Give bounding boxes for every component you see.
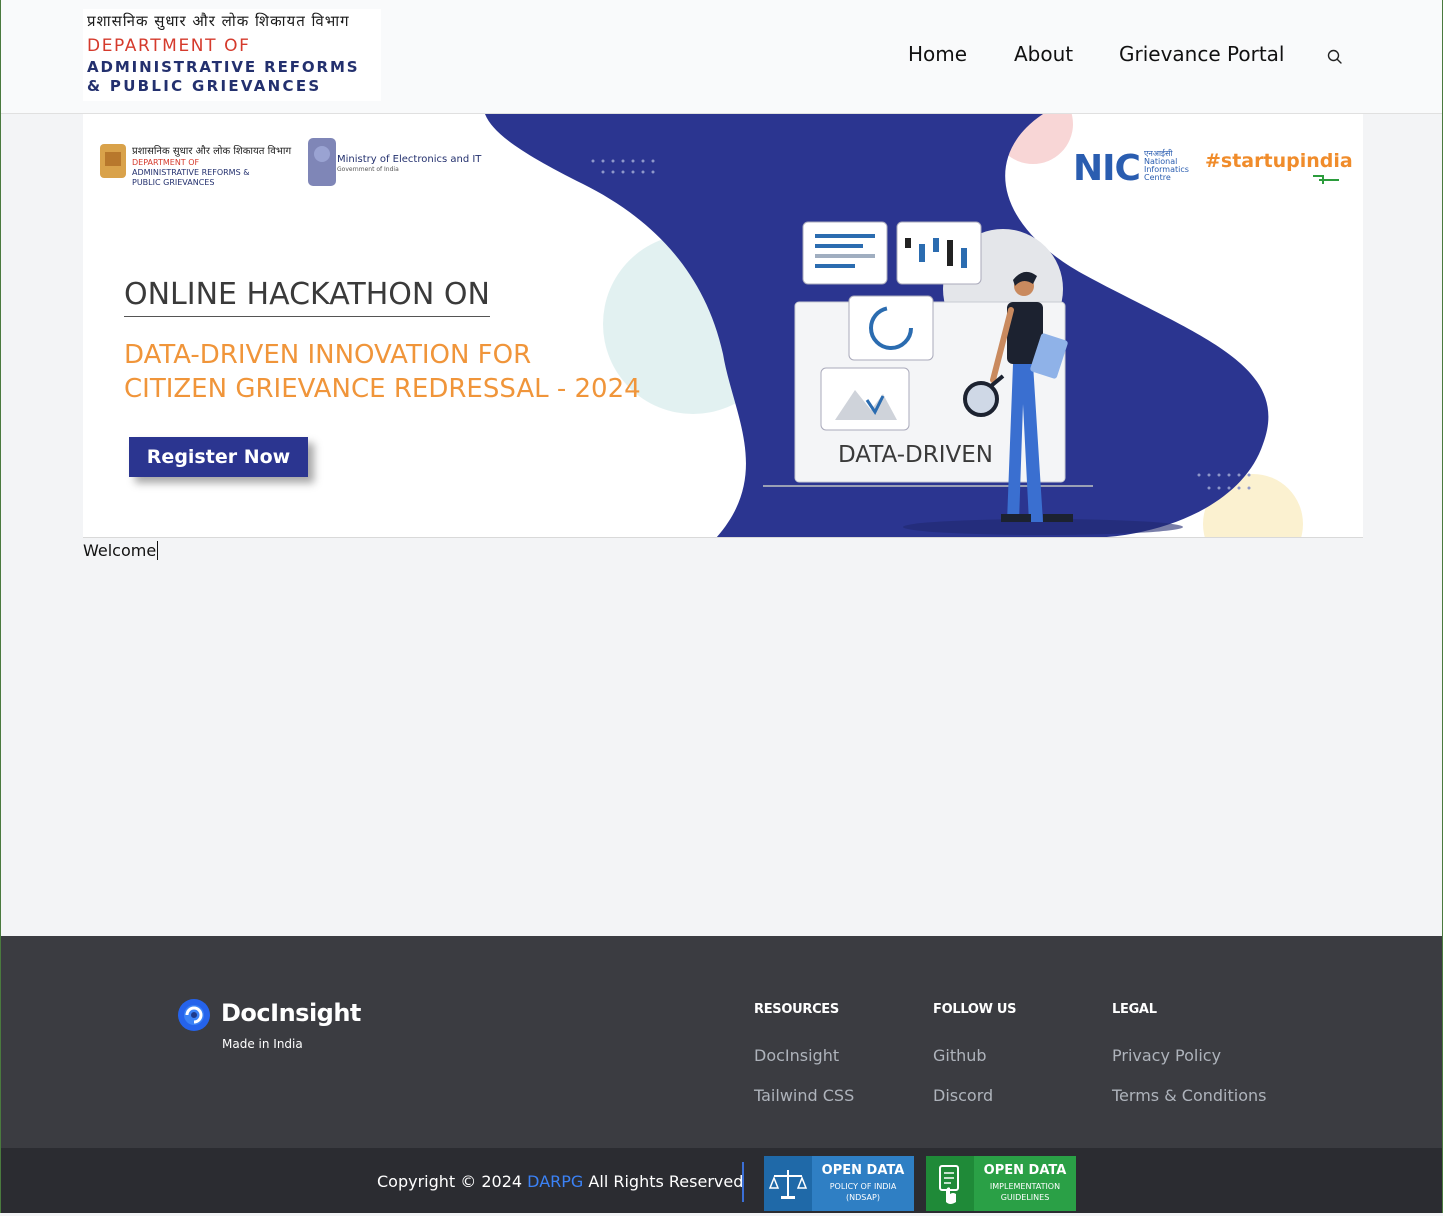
footer-heading-resources: RESOURCES <box>754 1002 839 1017</box>
open-data-policy-badge[interactable]: OPEN DATA POLICY OF INDIA (NDSAP) <box>764 1156 914 1211</box>
logo-line-1: DEPARTMENT OF <box>87 36 251 56</box>
site-header: प्रशासनिक सुधार और लोक शिकायत विभाग DEPA… <box>1 0 1442 114</box>
footer-link-privacy[interactable]: Privacy Policy <box>1112 1046 1221 1065</box>
logo-line-2: ADMINISTRATIVE REFORMS <box>87 58 360 76</box>
nav-home[interactable]: Home <box>908 42 967 66</box>
nic-sub-3: Centre <box>1144 173 1171 182</box>
footer-divider <box>742 1162 744 1202</box>
nav-about[interactable]: About <box>1014 42 1073 66</box>
welcome-text: Welcome <box>83 541 159 560</box>
nic-logo-subtext: एनआईसी National Informatics Centre <box>1144 150 1189 182</box>
badge1-line-1: POLICY OF INDIA <box>829 1182 897 1191</box>
banner-dept-line-3: PUBLIC GRIEVANCES <box>132 178 215 187</box>
meity-logo-text: Ministry of Electronics and IT <box>337 154 482 165</box>
startupindia-logo: #startupindia <box>1205 150 1353 172</box>
badge2-line-1: IMPLEMENTATION <box>989 1182 1061 1191</box>
footer-link-docinsight[interactable]: DocInsight <box>754 1046 839 1065</box>
footer-link-github[interactable]: Github <box>933 1046 987 1065</box>
banner-subheading-line-2: CITIZEN GRIEVANCE REDRESSAL - 2024 <box>124 374 641 404</box>
footer-link-tailwind[interactable]: Tailwind CSS <box>754 1086 854 1105</box>
footer-tagline: Made in India <box>222 1037 303 1051</box>
site-footer: DocInsight Made in India RESOURCES DocIn… <box>1 936 1442 1148</box>
footer-heading-follow: FOLLOW US <box>933 1002 1017 1017</box>
emblem-icon <box>100 144 126 178</box>
logo-line-3: & PUBLIC GRIEVANCES <box>87 77 322 95</box>
badge1-title: OPEN DATA <box>821 1163 905 1178</box>
darpg-logo[interactable]: प्रशासनिक सुधार और लोक शिकायत विभाग DEPA… <box>83 9 381 101</box>
docinsight-logo-icon[interactable] <box>177 998 211 1037</box>
banner-dept-line-2: ADMINISTRATIVE REFORMS & <box>132 168 250 177</box>
illustration-label: DATA-DRIVEN <box>838 442 993 468</box>
banner-dept-hindi: प्रशासनिक सुधार और लोक शिकायत विभाग <box>132 146 292 157</box>
banner-subheading-line-1: DATA-DRIVEN INNOVATION FOR <box>124 340 532 370</box>
copyright-suffix: All Rights Reserved <box>588 1172 744 1191</box>
banner-heading: ONLINE HACKATHON ON <box>124 277 490 317</box>
register-now-button[interactable]: Register Now <box>129 437 308 477</box>
badge2-subtitle: IMPLEMENTATION GUIDELINES <box>974 1181 1076 1203</box>
document-hand-icon <box>926 1156 974 1211</box>
scales-icon <box>764 1156 812 1211</box>
footer-brand[interactable]: DocInsight <box>221 999 361 1027</box>
badge1-subtitle: POLICY OF INDIA (NDSAP) <box>812 1181 914 1203</box>
badge2-line-2: GUIDELINES <box>1000 1193 1050 1202</box>
footer-link-discord[interactable]: Discord <box>933 1086 993 1105</box>
search-icon[interactable] <box>1326 48 1344 66</box>
open-data-guidelines-badge[interactable]: OPEN DATA IMPLEMENTATION GUIDELINES <box>926 1156 1076 1211</box>
logo-hindi-text: प्रशासनिक सुधार और लोक शिकायत विभाग <box>87 12 350 30</box>
darpg-link[interactable]: DARPG <box>527 1172 583 1191</box>
meity-logo-subtext: Government of India <box>337 166 399 173</box>
footer-bottom-bar: Copyright © 2024 DARPG All Rights Reserv… <box>1 1148 1442 1213</box>
hackathon-banner: प्रशासनिक सुधार और लोक शिकायत विभाग DEPA… <box>83 114 1363 538</box>
footer-heading-legal: LEGAL <box>1112 1002 1157 1017</box>
footer-link-terms[interactable]: Terms & Conditions <box>1112 1086 1266 1105</box>
badge1-line-2: (NDSAP) <box>846 1193 880 1202</box>
copyright-prefix: Copyright © 2024 <box>377 1172 523 1191</box>
banner-dept-line-1: DEPARTMENT OF <box>132 158 200 167</box>
nav-grievance-portal[interactable]: Grievance Portal <box>1119 42 1284 66</box>
nic-logo: NIC <box>1073 148 1141 189</box>
copyright-text: Copyright © 2024 DARPG All Rights Reserv… <box>377 1172 743 1191</box>
emblem-icon-2 <box>308 138 336 186</box>
badge2-title: OPEN DATA <box>983 1163 1067 1178</box>
